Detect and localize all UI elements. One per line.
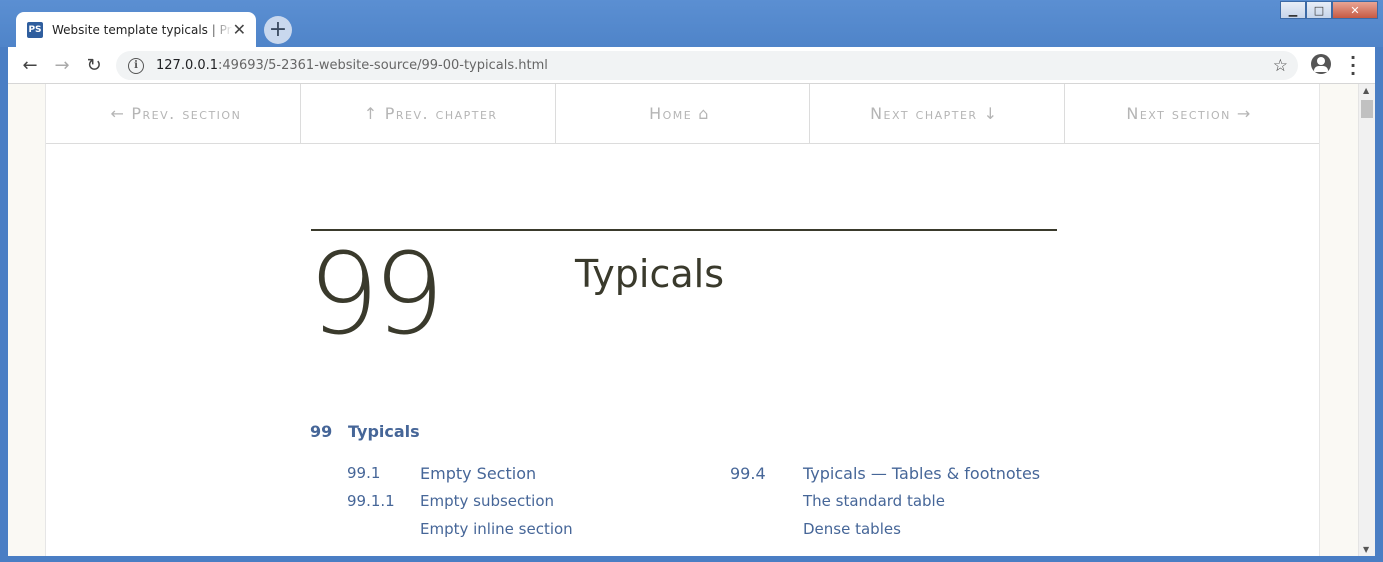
next-section-link[interactable]: Next section →: [1065, 84, 1319, 143]
arrow-down-icon: ↓: [983, 104, 999, 123]
url-text: 127.0.0.1:49693/5-2361-website-source/99…: [156, 58, 548, 73]
toc-item-link[interactable]: Dense tables: [803, 520, 901, 538]
toc-item-number: 99.1: [347, 464, 381, 482]
scroll-thumb[interactable]: [1361, 100, 1373, 118]
forward-button[interactable]: →: [50, 53, 74, 77]
reload-icon: ↻: [86, 54, 102, 76]
prev-section-link[interactable]: ← Prev. section: [46, 84, 301, 143]
toc-chapter-number: 99: [310, 422, 333, 441]
scroll-up-icon[interactable]: ▲: [1363, 86, 1369, 95]
profile-icon[interactable]: [1311, 54, 1331, 74]
reload-button[interactable]: ↻: [82, 53, 106, 77]
toc-item-link[interactable]: Empty inline section: [420, 520, 573, 538]
arrow-right-icon: →: [1236, 104, 1252, 123]
arrow-up-icon: ↑: [363, 104, 379, 123]
toc-item-link[interactable]: Typicals — Tables & footnotes: [803, 464, 1040, 483]
prev-section-label: Prev. section: [131, 104, 242, 123]
toc-item-link[interactable]: Empty Section: [420, 464, 536, 483]
home-label: Home: [649, 104, 693, 123]
site-favicon-icon: PS: [27, 21, 43, 38]
chapter-title: Typicals: [575, 252, 724, 296]
tab-title: Website template typicals | Practical Ty…: [52, 22, 233, 37]
arrow-left-icon: ←: [110, 104, 126, 123]
next-section-label: Next section: [1126, 104, 1231, 123]
address-bar[interactable]: i 127.0.0.1:49693/5-2361-website-source/…: [116, 51, 1298, 80]
back-button[interactable]: ←: [18, 53, 42, 77]
home-icon: ⌂: [698, 104, 710, 123]
new-tab-button[interactable]: +: [264, 16, 292, 44]
minimize-button[interactable]: ▁: [1280, 1, 1306, 19]
kebab-menu-icon[interactable]: · · ·: [1345, 50, 1361, 82]
arrow-right-icon: →: [54, 54, 70, 76]
url-host: 127.0.0.1: [156, 58, 219, 73]
arrow-left-icon: ←: [22, 54, 38, 76]
toc-item[interactable]: 99.1: [347, 464, 380, 482]
url-path: :49693/5-2361-website-source/99-00-typic…: [218, 58, 548, 73]
toc-item[interactable]: 99.4: [730, 464, 766, 483]
maximize-button[interactable]: □: [1306, 1, 1332, 19]
toc-item-link[interactable]: Empty subsection: [420, 492, 554, 510]
prev-chapter-label: Prev. chapter: [384, 104, 498, 123]
toc-item-number: 99.1.1: [347, 492, 395, 510]
page-navigation: ← Prev. section ↑ Prev. chapter Home ⌂ N…: [46, 84, 1319, 144]
toc-chapter-label: Typicals: [348, 422, 420, 441]
next-chapter-link[interactable]: Next chapter ↓: [810, 84, 1066, 143]
table-of-contents: 99 Typicals 99.1 Empty Section 99.1.1 Em…: [310, 422, 1040, 538]
next-chapter-label: Next chapter: [870, 104, 978, 123]
toc-item[interactable]: 99.1.1: [347, 492, 395, 510]
tab-close-icon[interactable]: ✕: [233, 21, 246, 38]
info-icon[interactable]: i: [128, 57, 144, 74]
window-controls: ▁ □ ✕: [1280, 1, 1378, 19]
page-content: ← Prev. section ↑ Prev. chapter Home ⌂ N…: [45, 84, 1320, 556]
close-window-button[interactable]: ✕: [1332, 1, 1378, 19]
title-bar: PS Website template typicals | Practical…: [0, 0, 1383, 47]
toc-chapter-link[interactable]: 99 Typicals: [310, 422, 420, 441]
chapter-number: 99: [308, 230, 444, 360]
browser-toolbar: ← → ↻ i 127.0.0.1:49693/5-2361-website-s…: [8, 47, 1375, 84]
star-icon[interactable]: ☆: [1273, 56, 1288, 76]
toc-item-number: 99.4: [730, 464, 766, 483]
vertical-scrollbar[interactable]: ▲ ▼: [1358, 84, 1375, 556]
toc-item-link[interactable]: The standard table: [803, 492, 945, 510]
prev-chapter-link[interactable]: ↑ Prev. chapter: [301, 84, 556, 143]
browser-tab[interactable]: PS Website template typicals | Practical…: [16, 12, 256, 47]
window-border: [0, 556, 1383, 562]
scroll-down-icon[interactable]: ▼: [1363, 545, 1369, 554]
page-viewport: ← Prev. section ↑ Prev. chapter Home ⌂ N…: [8, 84, 1375, 556]
home-link[interactable]: Home ⌂: [556, 84, 811, 143]
